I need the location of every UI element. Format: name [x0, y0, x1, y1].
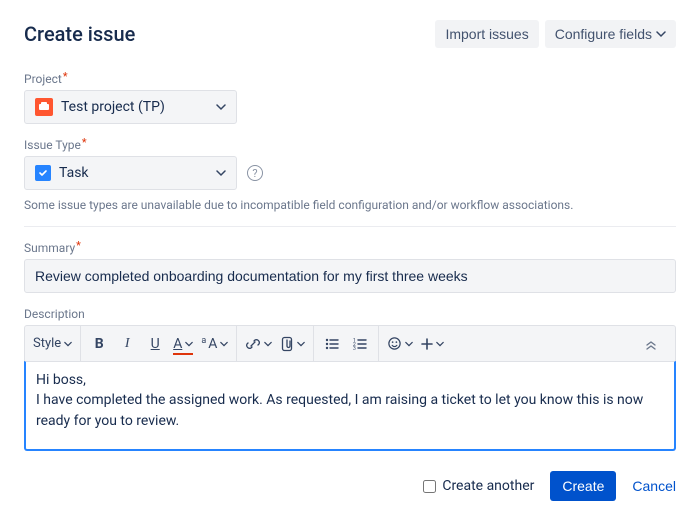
issue-type-select[interactable]: Task	[24, 156, 237, 190]
collapse-toolbar-button[interactable]	[637, 330, 665, 358]
chevron-down-icon	[216, 102, 226, 112]
bold-button[interactable]: B	[85, 330, 113, 358]
create-another-toggle[interactable]: Create another	[423, 478, 534, 494]
emoji-icon	[387, 336, 402, 351]
issue-type-hint: Some issue types are unavailable due to …	[24, 198, 676, 212]
divider	[24, 226, 676, 227]
chevron-down-icon	[297, 340, 305, 348]
link-icon	[245, 336, 261, 352]
chevron-down-icon	[656, 29, 666, 39]
import-issues-label: Import issues	[445, 26, 528, 42]
page-title: Create issue	[24, 22, 135, 46]
project-select[interactable]: Test project (TP)	[24, 90, 237, 124]
configure-fields-button[interactable]: Configure fields	[545, 20, 676, 48]
text-color-button[interactable]: A	[169, 330, 197, 358]
bullet-list-button[interactable]	[318, 330, 346, 358]
underline-button[interactable]: U	[141, 330, 169, 358]
create-another-checkbox[interactable]	[423, 480, 436, 493]
attachment-button[interactable]	[276, 330, 309, 358]
description-label: Description	[24, 307, 676, 321]
issue-type-label: Issue Type*	[24, 138, 676, 152]
emoji-button[interactable]	[383, 330, 417, 358]
insert-more-button[interactable]	[417, 330, 448, 358]
more-formatting-button[interactable]: aA	[197, 330, 232, 358]
task-type-icon	[35, 165, 51, 181]
description-editor[interactable]: Hi boss, I have completed the assigned w…	[24, 361, 676, 451]
editor-toolbar: Style B I U A aA	[24, 325, 676, 361]
double-chevron-up-icon	[644, 337, 658, 351]
create-button[interactable]: Create	[550, 471, 616, 501]
chevron-down-icon	[220, 340, 228, 348]
issue-type-value: Task	[59, 165, 89, 181]
attachment-icon	[280, 336, 294, 352]
import-issues-button[interactable]: Import issues	[435, 20, 538, 48]
svg-text:3: 3	[353, 346, 356, 352]
chevron-down-icon	[436, 340, 444, 348]
style-dropdown[interactable]: Style	[29, 330, 76, 358]
help-icon[interactable]: ?	[247, 165, 263, 181]
summary-label: Summary*	[24, 241, 676, 255]
project-label: Project*	[24, 72, 676, 86]
link-button[interactable]	[241, 330, 276, 358]
cancel-button[interactable]: Cancel	[632, 478, 676, 494]
chevron-down-icon	[185, 340, 193, 348]
chevron-down-icon	[64, 340, 72, 348]
italic-button[interactable]: I	[113, 330, 141, 358]
chevron-down-icon	[216, 168, 226, 178]
configure-fields-label: Configure fields	[555, 26, 652, 42]
create-another-label: Create another	[442, 478, 534, 494]
numbered-list-button[interactable]: 123	[346, 330, 374, 358]
bullet-list-icon	[324, 336, 340, 352]
summary-input[interactable]	[24, 259, 676, 293]
numbered-list-icon: 123	[352, 336, 368, 352]
chevron-down-icon	[405, 340, 413, 348]
chevron-down-icon	[264, 340, 272, 348]
plus-icon	[421, 338, 433, 350]
project-avatar-icon	[35, 98, 53, 116]
project-value: Test project (TP)	[61, 99, 165, 115]
